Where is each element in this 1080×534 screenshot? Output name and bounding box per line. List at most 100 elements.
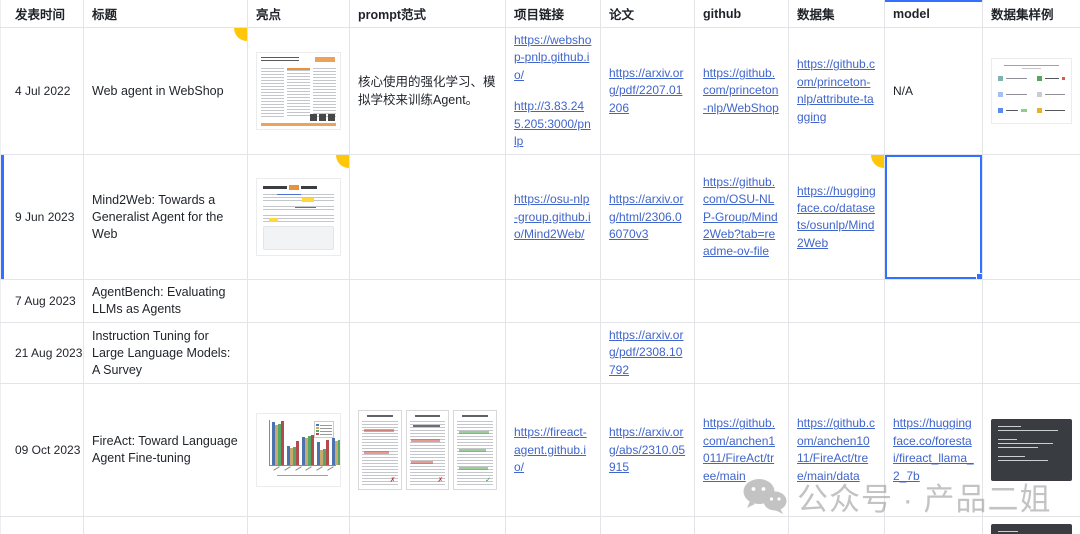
cell-r2-dataset[interactable]: https://huggingface.co/datasets/osunlp/M… bbox=[788, 154, 885, 281]
cell-r4-sample[interactable] bbox=[982, 322, 1080, 385]
column-header-highlight[interactable]: 亮点 bbox=[247, 0, 350, 28]
record-title: Web agent in WebShop bbox=[92, 83, 224, 98]
project-link[interactable]: https://webshop-pnlp.github.io/ bbox=[514, 32, 592, 84]
cell-r3-model[interactable] bbox=[884, 279, 983, 324]
cell-r1-title[interactable]: Web agent in WebShop bbox=[83, 27, 248, 156]
cell-r2-sample[interactable] bbox=[982, 154, 1080, 281]
cell-r5-date[interactable]: 09 Oct 2023 bbox=[0, 383, 84, 518]
cell-r5-github[interactable]: https://github.com/anchen1011/FireAct/tr… bbox=[694, 383, 789, 518]
cell-r1-dataset[interactable]: https://github.com/princeton-nlp/attribu… bbox=[788, 27, 885, 156]
column-header-project-link[interactable]: 项目链接 bbox=[505, 0, 601, 28]
cell-r2-prompt[interactable] bbox=[349, 154, 506, 281]
dataset-link[interactable]: https://huggingface.co/datasets/osunlp/M… bbox=[797, 183, 876, 253]
fireact-barchart-thumbnail[interactable] bbox=[256, 413, 341, 488]
cell-r5-project-link[interactable]: https://fireact-agent.github.io/ bbox=[505, 383, 601, 518]
cell-r6-highlight[interactable] bbox=[247, 516, 350, 534]
comment-marker[interactable] bbox=[234, 28, 247, 41]
cell-r4-highlight[interactable] bbox=[247, 322, 350, 385]
header-row: 发表时间 标题 亮点 prompt范式 项目链接 论文 github 数据集 m… bbox=[0, 0, 1080, 28]
column-header-github[interactable]: github bbox=[694, 0, 789, 28]
cell-r5-paper[interactable]: https://arxiv.org/abs/2310.05915 bbox=[600, 383, 695, 518]
cell-r4-date[interactable]: 21 Aug 2023 bbox=[0, 322, 84, 385]
cell-r2-date[interactable]: 9 Jun 2023 bbox=[0, 154, 84, 281]
cell-r4-prompt[interactable] bbox=[349, 322, 506, 385]
cell-r4-model[interactable] bbox=[884, 322, 983, 385]
project-link-alt[interactable]: http://3.83.245.205:3000/pnlp bbox=[514, 98, 592, 150]
cell-r5-model[interactable]: https://huggingface.co/forestai/fireact_… bbox=[884, 383, 983, 518]
bitable-sheet: 发表时间 标题 亮点 prompt范式 项目链接 论文 github 数据集 m… bbox=[0, 0, 1080, 534]
dataset-code-thumbnail[interactable] bbox=[991, 419, 1072, 482]
column-header-title[interactable]: 标题 bbox=[83, 0, 248, 28]
paper-link[interactable]: https://arxiv.org/abs/2310.05915 bbox=[609, 424, 686, 476]
column-header-paper[interactable]: 论文 bbox=[600, 0, 695, 28]
cell-r6-title[interactable] bbox=[83, 516, 248, 534]
github-link[interactable]: https://github.com/princeton-nlp/WebShop bbox=[703, 65, 780, 117]
cell-r4-paper[interactable]: https://arxiv.org/pdf/2308.10792 bbox=[600, 322, 695, 385]
cell-r2-project-link[interactable]: https://osu-nlp-group.github.io/Mind2Web… bbox=[505, 154, 601, 281]
paper-link[interactable]: https://arxiv.org/pdf/2308.10792 bbox=[609, 327, 686, 379]
cell-r6-project-link[interactable] bbox=[505, 516, 601, 534]
cell-r4-github[interactable] bbox=[694, 322, 789, 385]
cell-r1-date[interactable]: 4 Jul 2022 bbox=[0, 27, 84, 156]
cell-r4-dataset[interactable] bbox=[788, 322, 885, 385]
github-link[interactable]: https://github.com/OSU-NLP-Group/Mind2We… bbox=[703, 174, 780, 261]
cell-r5-highlight[interactable] bbox=[247, 383, 350, 518]
record-row-webshop: 4 Jul 2022 Web agent in WebShop 核心使用的强化学… bbox=[0, 27, 1080, 156]
column-header-prompt[interactable]: prompt范式 bbox=[349, 0, 506, 28]
cell-r4-title[interactable]: Instruction Tuning for Large Language Mo… bbox=[83, 322, 248, 385]
cell-r3-project-link[interactable] bbox=[505, 279, 601, 324]
webshop-flow-diagram-thumbnail[interactable] bbox=[991, 58, 1072, 125]
cell-r3-dataset[interactable] bbox=[788, 279, 885, 324]
cell-r2-highlight[interactable] bbox=[247, 154, 350, 281]
dataset-link[interactable]: https://github.com/anchen1011/FireAct/tr… bbox=[797, 415, 876, 485]
cell-r6-date[interactable] bbox=[0, 516, 84, 534]
cell-r5-prompt[interactable]: ✗ ✗ ✓ bbox=[349, 383, 506, 518]
github-link[interactable]: https://github.com/anchen1011/FireAct/tr… bbox=[703, 415, 780, 485]
prompt-examples-thumbnail[interactable]: ✗ ✗ ✓ bbox=[358, 410, 498, 491]
cell-r1-project-link[interactable]: https://webshop-pnlp.github.io/ http://3… bbox=[505, 27, 601, 156]
cell-r2-paper[interactable]: https://arxiv.org/html/2306.06070v3 bbox=[600, 154, 695, 281]
cell-r1-github[interactable]: https://github.com/princeton-nlp/WebShop bbox=[694, 27, 789, 156]
paper-link[interactable]: https://arxiv.org/html/2306.06070v3 bbox=[609, 191, 686, 243]
cell-r5-title[interactable]: FireAct: Toward Language Agent Fine-tuni… bbox=[83, 383, 248, 518]
cell-r6-paper[interactable] bbox=[600, 516, 695, 534]
cell-r3-highlight[interactable] bbox=[247, 279, 350, 324]
selection-fill-handle[interactable] bbox=[976, 273, 982, 279]
cell-r3-date[interactable]: 7 Aug 2023 bbox=[0, 279, 84, 324]
mind2web-doc-thumbnail[interactable] bbox=[256, 178, 341, 257]
column-header-dataset[interactable]: 数据集 bbox=[788, 0, 885, 28]
column-header-publish-date[interactable]: 发表时间 bbox=[0, 0, 84, 28]
cell-r2-model-selected[interactable] bbox=[884, 154, 983, 281]
cell-r2-github[interactable]: https://github.com/OSU-NLP-Group/Mind2We… bbox=[694, 154, 789, 281]
cell-r1-highlight[interactable] bbox=[247, 27, 350, 156]
column-header-dataset-sample[interactable]: 数据集样例 bbox=[982, 0, 1080, 28]
column-header-model[interactable]: model bbox=[884, 0, 983, 28]
cell-r1-model[interactable]: N/A bbox=[884, 27, 983, 156]
cell-r6-dataset[interactable]: https:// bbox=[788, 516, 885, 534]
paper-link[interactable]: https://arxiv.org/pdf/2207.01206 bbox=[609, 65, 686, 117]
dataset-code-thumbnail[interactable] bbox=[991, 524, 1072, 534]
cell-r5-sample[interactable] bbox=[982, 383, 1080, 518]
cell-r6-prompt[interactable] bbox=[349, 516, 506, 534]
dataset-link[interactable]: https://github.com/princeton-nlp/attribu… bbox=[797, 56, 876, 126]
comment-marker[interactable] bbox=[336, 155, 349, 169]
cell-r1-sample[interactable] bbox=[982, 27, 1080, 156]
cell-r4-project-link[interactable] bbox=[505, 322, 601, 385]
cell-r3-title[interactable]: AgentBench: Evaluating LLMs as Agents bbox=[83, 279, 248, 324]
cell-r3-sample[interactable] bbox=[982, 279, 1080, 324]
project-link[interactable]: https://osu-nlp-group.github.io/Mind2Web… bbox=[514, 191, 592, 243]
cell-r3-github[interactable] bbox=[694, 279, 789, 324]
cell-r3-prompt[interactable] bbox=[349, 279, 506, 324]
cell-r1-prompt[interactable]: 核心使用的强化学习、模拟学校来训练Agent。 bbox=[349, 27, 506, 156]
paper-poster-thumbnail[interactable] bbox=[256, 52, 341, 131]
cell-r3-paper[interactable] bbox=[600, 279, 695, 324]
comment-marker[interactable] bbox=[871, 155, 884, 169]
cell-r1-paper[interactable]: https://arxiv.org/pdf/2207.01206 bbox=[600, 27, 695, 156]
cell-r6-sample[interactable] bbox=[982, 516, 1080, 534]
model-link[interactable]: https://huggingface.co/forestai/fireact_… bbox=[893, 415, 974, 485]
cell-r5-dataset[interactable]: https://github.com/anchen1011/FireAct/tr… bbox=[788, 383, 885, 518]
cell-r6-model[interactable] bbox=[884, 516, 983, 534]
cell-r6-github[interactable]: https:// bbox=[694, 516, 789, 534]
project-link[interactable]: https://fireact-agent.github.io/ bbox=[514, 424, 592, 476]
cell-r2-title[interactable]: Mind2Web: Towards a Generalist Agent for… bbox=[83, 154, 248, 281]
